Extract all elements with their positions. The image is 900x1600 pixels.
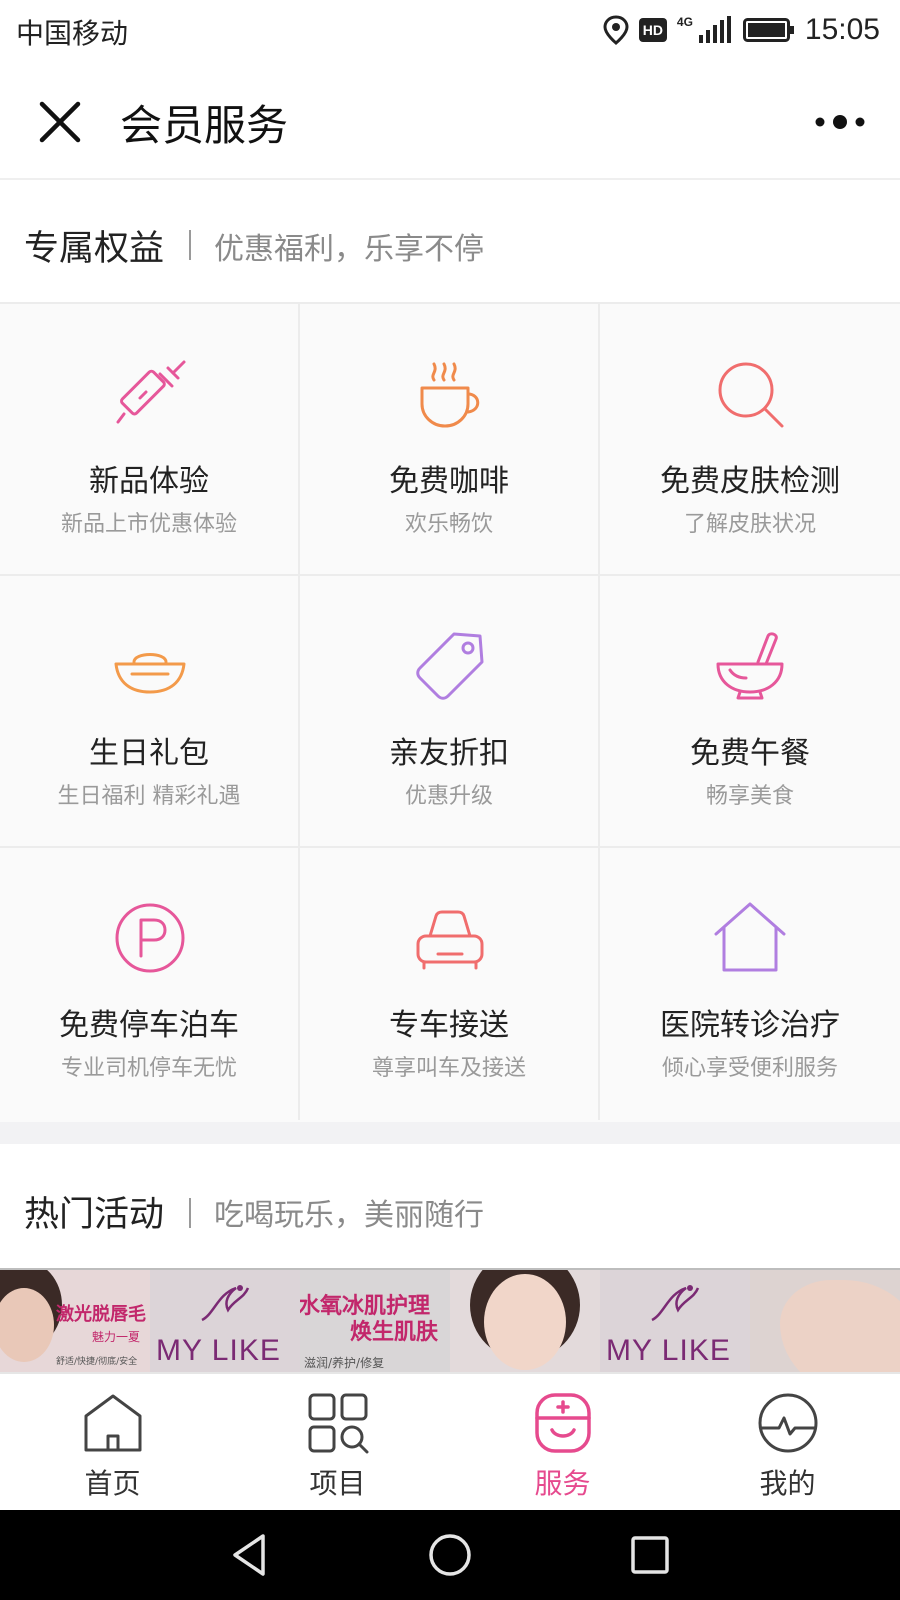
benefit-new-product[interactable]: 新品体验 新品上市优惠体验 <box>0 304 300 576</box>
tab-services[interactable]: 服务 <box>450 1374 675 1512</box>
clock: 15:05 <box>804 13 880 46</box>
service-icon <box>535 1393 591 1453</box>
section-title: 热门活动 <box>24 1195 165 1235</box>
more-icon[interactable] <box>810 102 870 142</box>
benefit-friend-discount[interactable]: 亲友折扣 优惠升级 <box>300 576 600 848</box>
promo-hydro-line2: 焕生肌肤 <box>350 1319 439 1345</box>
benefit-hospital-referral[interactable]: 医院转诊治疗 倾心享受便利服务 <box>600 848 900 1120</box>
benefit-title: 专车接送 <box>389 1008 509 1043</box>
status-bar: 中国移动 HD 4G 15:05 <box>0 0 900 62</box>
banner-hydro-promo: 水氧冰肌护理 焕生肌肤 滋润/养护/修复 <box>300 1270 450 1372</box>
benefit-skin-test[interactable]: 免费皮肤检测 了解皮肤状况 <box>600 304 900 576</box>
tab-home[interactable]: 首页 <box>0 1374 225 1512</box>
banner-brand-tile: MY LIKE <box>150 1270 300 1372</box>
close-icon[interactable] <box>38 100 82 144</box>
profile-icon <box>758 1393 818 1453</box>
benefit-title: 新品体验 <box>89 464 209 499</box>
tab-label: 服务 <box>534 1467 591 1500</box>
promo-hydro-note: 滋润/养护/修复 <box>304 1356 385 1370</box>
page-title: 会员服务 <box>120 101 289 150</box>
benefit-title: 免费停车泊车 <box>59 1008 239 1043</box>
benefit-birthday-gift[interactable]: 生日礼包 生日福利 精彩礼遇 <box>0 576 300 848</box>
benefit-subtitle: 尊享叫车及接送 <box>371 1056 526 1081</box>
system-navigation-bar <box>0 1510 900 1600</box>
brand-logo-icon <box>651 1285 700 1322</box>
benefit-subtitle: 优惠升级 <box>404 784 493 809</box>
home-circle-icon[interactable] <box>425 1530 475 1580</box>
grid-search-icon <box>308 1393 369 1454</box>
tab-label: 我的 <box>759 1467 816 1500</box>
promo-laser-tag: 魅力一夏 <box>92 1330 141 1344</box>
banner-skin-photo <box>750 1270 900 1372</box>
syringe-icon <box>116 360 186 424</box>
benefit-title: 亲友折扣 <box>389 736 509 771</box>
section-divider <box>189 230 191 260</box>
gold-ingot-icon <box>114 653 186 694</box>
promo-laser-note: 舒适/快捷/彻底/安全 <box>56 1357 138 1367</box>
banner-model-photo <box>450 1270 600 1372</box>
benefit-free-parking[interactable]: 免费停车泊车 专业司机停车无忧 <box>0 848 300 1120</box>
hd-badge: HD <box>638 18 667 42</box>
benefit-car-shuttle[interactable]: 专车接送 尊享叫车及接送 <box>300 848 600 1120</box>
mortar-bowl-icon <box>716 632 784 700</box>
section-subtitle: 吃喝玩乐，美丽随行 <box>214 1198 484 1233</box>
coffee-cup-icon <box>420 362 480 428</box>
carrier-name: 中国移动 <box>16 17 129 50</box>
benefit-subtitle: 新品上市优惠体验 <box>60 512 237 537</box>
tab-label: 项目 <box>309 1467 366 1500</box>
activities-header: 热门活动 吃喝玩乐，美丽随行 <box>0 1144 900 1268</box>
title-bar: 会员服务 <box>0 62 900 180</box>
benefit-title: 生日礼包 <box>89 736 209 771</box>
activity-banner[interactable]: 激光脱唇毛 魅力一夏 舒适/快捷/彻底/安全 MY LIKE 水氧冰肌护理 焕生… <box>0 1268 900 1372</box>
bottom-tab-bar: 首页 项目 服务 我的 <box>0 1372 900 1510</box>
price-tag-icon <box>416 632 484 700</box>
tab-projects[interactable]: 项目 <box>225 1374 450 1512</box>
benefit-subtitle: 了解皮肤状况 <box>683 512 816 537</box>
benefit-subtitle: 生日福利 精彩礼遇 <box>57 784 241 809</box>
section-divider <box>189 1198 191 1228</box>
status-icons: HD 4G 15:05 <box>603 8 880 52</box>
recents-icon[interactable] <box>625 1530 675 1580</box>
house-icon <box>714 902 786 972</box>
benefit-free-lunch[interactable]: 免费午餐 畅享美食 <box>600 576 900 848</box>
brand-name: MY LIKE <box>156 1334 281 1367</box>
home-icon <box>84 1394 142 1452</box>
signal-icon <box>698 16 731 43</box>
benefits-grid: 新品体验 新品上市优惠体验 免费咖啡 欢乐畅饮 免费皮肤检测 了解皮肤状况 生日… <box>0 302 900 1122</box>
magnifier-icon <box>718 362 784 428</box>
banner-laser-promo: 激光脱唇毛 魅力一夏 舒适/快捷/彻底/安全 <box>0 1270 150 1372</box>
section-separator <box>0 1122 900 1144</box>
brand-logo-icon <box>201 1285 250 1322</box>
benefit-free-coffee[interactable]: 免费咖啡 欢乐畅饮 <box>300 304 600 576</box>
promo-laser-text: 激光脱唇毛 <box>56 1304 146 1325</box>
location-icon <box>603 15 629 45</box>
tab-label: 首页 <box>84 1467 141 1500</box>
parking-icon <box>115 903 185 973</box>
benefit-subtitle: 专业司机停车无忧 <box>60 1056 237 1081</box>
benefit-title: 免费皮肤检测 <box>660 464 840 499</box>
benefit-subtitle: 畅享美食 <box>705 784 794 809</box>
network-type: 4G <box>676 15 693 29</box>
benefit-title: 医院转诊治疗 <box>660 1008 840 1043</box>
battery-icon <box>742 18 794 42</box>
benefit-title: 免费咖啡 <box>389 464 509 499</box>
tab-mine[interactable]: 我的 <box>675 1374 900 1512</box>
section-subtitle: 优惠福利，乐享不停 <box>214 232 484 267</box>
benefit-title: 免费午餐 <box>690 736 810 771</box>
section-title: 专属权益 <box>24 229 165 269</box>
banner-brand-tile-2: MY LIKE <box>600 1270 750 1372</box>
car-icon <box>416 910 484 970</box>
brand-name: MY LIKE <box>606 1334 731 1367</box>
benefit-subtitle: 倾心享受便利服务 <box>661 1056 838 1081</box>
back-icon[interactable] <box>225 1530 275 1580</box>
benefits-header: 专属权益 优惠福利，乐享不停 <box>0 182 900 302</box>
benefit-subtitle: 欢乐畅饮 <box>404 512 493 537</box>
